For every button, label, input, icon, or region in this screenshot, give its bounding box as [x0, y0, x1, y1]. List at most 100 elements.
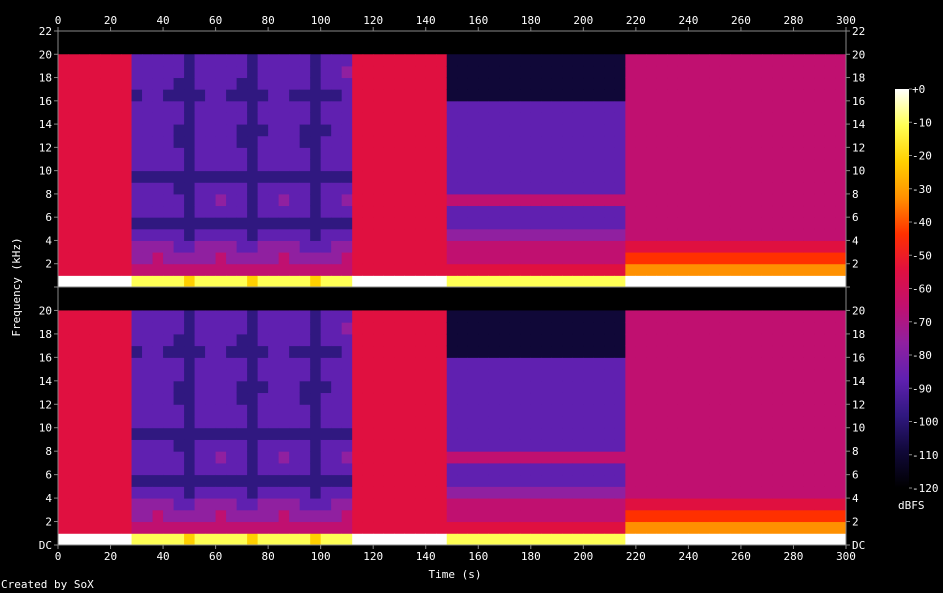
spectrogram-cell: [68, 369, 80, 382]
spectrogram-cell: [278, 240, 290, 253]
spectrogram-cell: [646, 275, 658, 288]
spectrogram-cell: [131, 240, 143, 253]
spectrogram-cell: [268, 77, 280, 90]
spectrogram-cell: [278, 451, 290, 464]
spectrogram-cell: [373, 240, 385, 253]
spectrogram-cell: [142, 310, 154, 323]
spectrogram-cell: [278, 205, 290, 218]
spectrogram-cell: [467, 498, 479, 511]
spectrogram-cell: [58, 100, 70, 113]
spectrogram-cell: [163, 462, 175, 476]
spectrogram-cell: [656, 89, 668, 102]
spectrogram-cell: [604, 217, 616, 230]
spectrogram-cell: [509, 439, 521, 452]
spectrogram-cell: [730, 182, 742, 195]
spectrogram-cell: [677, 533, 689, 546]
spectrogram-cell: [761, 310, 773, 323]
spectrogram-cell: [499, 100, 511, 113]
spectrogram-cell: [110, 509, 122, 523]
spectrogram-cell: [740, 65, 752, 79]
spectrogram-cell: [656, 521, 668, 534]
spectrogram-cell: [551, 310, 563, 323]
spectrogram-cell: [257, 147, 269, 160]
spectrogram-cell: [299, 170, 311, 183]
spectrogram-cell: [194, 380, 206, 394]
spectrogram-cell: [793, 439, 805, 452]
spectrogram-cell: [677, 77, 689, 90]
spectrogram-cell: [152, 275, 164, 288]
spectrogram-cell: [289, 112, 301, 125]
spectrogram-cell: [194, 439, 206, 452]
spectrogram-cell: [572, 89, 584, 102]
spectrogram-cell: [320, 462, 332, 476]
spectrogram-cell: [677, 439, 689, 452]
spectrogram-cell: [320, 427, 332, 440]
spectrogram-cell: [625, 193, 637, 207]
spectrogram-cell: [782, 54, 794, 67]
spectrogram-cell: [709, 322, 721, 335]
spectrogram-cell: [362, 205, 374, 218]
spectrogram-cell: [635, 369, 647, 382]
spectrogram-cell: [152, 498, 164, 511]
spectrogram-cell: [782, 416, 794, 429]
spectrogram-cell: [278, 427, 290, 440]
spectrogram-cell: [226, 345, 238, 358]
spectrogram-cell: [772, 345, 784, 358]
spectrogram-cell: [488, 498, 500, 511]
spectrogram-cell: [373, 357, 385, 370]
spectrogram-cell: [530, 451, 542, 464]
spectrogram-cell: [194, 182, 206, 195]
spectrogram-cell: [278, 112, 290, 125]
spectrogram-cell: [394, 392, 406, 405]
spectrogram-cell: [730, 392, 742, 405]
spectrogram-cell: [226, 322, 238, 335]
spectrogram-cell: [247, 392, 259, 405]
spectrogram-cell: [457, 357, 469, 370]
spectrogram-cell: [761, 193, 773, 207]
spectrogram-cell: [425, 263, 437, 276]
colorbar-tick-label: -20: [912, 150, 932, 163]
spectrogram-cell: [499, 124, 511, 137]
spectrogram-cell: [79, 380, 91, 394]
spectrogram-cell: [184, 275, 196, 288]
spectrogram-cell: [635, 345, 647, 358]
spectrogram-cell: [310, 228, 322, 241]
spectrogram-cell: [58, 170, 70, 183]
spectrogram-cell: [205, 77, 217, 90]
colorbar-tick-label: -30: [912, 183, 932, 196]
spectrogram-cell: [709, 509, 721, 523]
spectrogram-cell: [824, 228, 836, 241]
spectrogram-cell: [289, 498, 301, 511]
spectrogram-cell: [100, 451, 112, 464]
spectrogram-cell: [320, 392, 332, 405]
spectrogram-cell: [824, 451, 836, 464]
y-tick-label-right: 2: [852, 258, 859, 271]
spectrogram-cell: [331, 392, 343, 405]
spectrogram-cell: [394, 54, 406, 67]
spectrogram-cell: [331, 263, 343, 276]
spectrogram-cell: [142, 193, 154, 207]
spectrogram-cell: [362, 498, 374, 511]
spectrogram-cell: [457, 135, 469, 148]
spectrogram-cell: [530, 322, 542, 335]
spectrogram-cell: [394, 193, 406, 207]
spectrogram-cell: [572, 228, 584, 241]
spectrogram-cell: [761, 240, 773, 253]
spectrogram-cell: [352, 65, 364, 79]
spectrogram-cell: [194, 533, 206, 546]
spectrogram-cell: [457, 404, 469, 417]
spectrogram-cell: [425, 416, 437, 429]
spectrogram-cell: [688, 275, 700, 288]
spectrogram-cell: [299, 509, 311, 523]
spectrogram-cell: [572, 159, 584, 172]
spectrogram-cell: [604, 439, 616, 452]
spectrogram-cell: [331, 228, 343, 241]
spectrogram-cell: [362, 112, 374, 125]
spectrogram-cell: [541, 124, 553, 137]
spectrogram-cell: [709, 474, 721, 487]
spectrogram-cell: [268, 462, 280, 476]
spectrogram-cell: [194, 275, 206, 288]
spectrogram-cell: [604, 135, 616, 148]
spectrogram-cell: [142, 89, 154, 102]
spectrogram-cell: [772, 509, 784, 523]
